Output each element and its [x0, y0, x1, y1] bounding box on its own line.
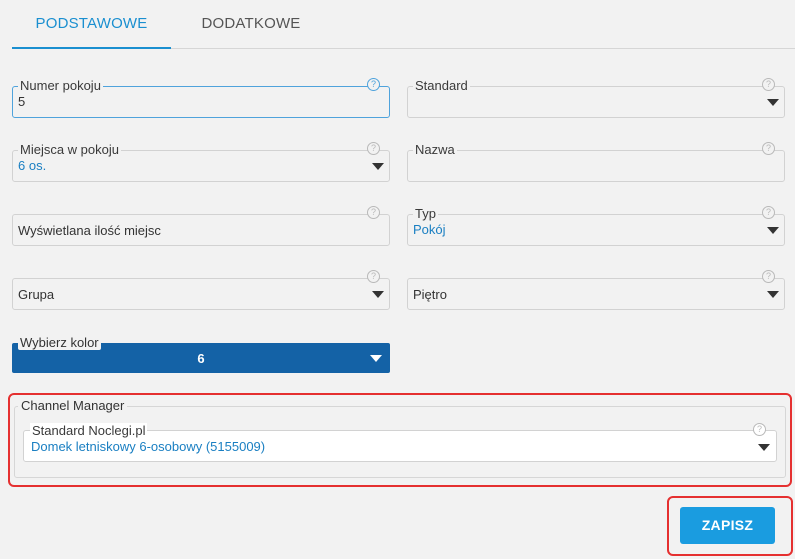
group-select[interactable]: Grupa ?: [12, 270, 390, 310]
help-icon[interactable]: ?: [367, 142, 380, 155]
help-icon[interactable]: ?: [762, 142, 775, 155]
group-label: Grupa: [18, 287, 55, 302]
displayed-places-field[interactable]: Wyświetlana ilość miejsc ?: [12, 206, 390, 246]
type-select-box: [407, 214, 785, 246]
help-icon[interactable]: ?: [762, 206, 775, 219]
noclegi-standard-label: Standard Noclegi.pl: [30, 423, 148, 439]
color-label: Wybierz kolor: [18, 335, 101, 350]
tabs-bar: PODSTAWOWE DODATKOWE: [12, 0, 795, 49]
room-number-label: Numer pokoju: [18, 78, 103, 94]
chevron-down-icon[interactable]: [758, 444, 770, 451]
chevron-down-icon[interactable]: [372, 163, 384, 170]
floor-select[interactable]: Piętro ?: [407, 270, 785, 310]
chevron-down-icon[interactable]: [767, 99, 779, 106]
help-icon[interactable]: ?: [753, 423, 766, 436]
group-select-box: [12, 278, 390, 310]
name-label: Nazwa: [413, 142, 457, 158]
type-label: Typ: [413, 206, 438, 222]
floor-select-box: [407, 278, 785, 310]
color-select[interactable]: Wybierz kolor 6: [12, 336, 390, 373]
room-number-field[interactable]: Numer pokoju ? 5: [12, 78, 390, 118]
chevron-down-icon[interactable]: [767, 291, 779, 298]
help-icon[interactable]: ?: [367, 78, 380, 91]
color-value: 6: [197, 351, 205, 366]
places-select[interactable]: Miejsca w pokoju ? 6 os.: [12, 142, 390, 182]
chevron-down-icon[interactable]: [372, 291, 384, 298]
displayed-places-label: Wyświetlana ilość miejsc: [18, 223, 161, 238]
help-icon[interactable]: ?: [762, 78, 775, 91]
standard-label: Standard: [413, 78, 470, 94]
name-field[interactable]: Nazwa ?: [407, 142, 785, 182]
standard-select[interactable]: Standard ?: [407, 78, 785, 118]
tab-podstawowe[interactable]: PODSTAWOWE: [12, 0, 171, 49]
room-number-value: 5: [18, 94, 26, 109]
floor-label: Piętro: [413, 287, 447, 302]
chevron-down-icon[interactable]: [370, 355, 382, 362]
places-label: Miejsca w pokoju: [18, 142, 121, 158]
name-input[interactable]: [407, 150, 785, 182]
tab-dodatkowe[interactable]: DODATKOWE: [187, 0, 315, 48]
chevron-down-icon[interactable]: [767, 227, 779, 234]
places-value: 6 os.: [18, 158, 47, 173]
save-button[interactable]: ZAPISZ: [680, 507, 775, 544]
help-icon[interactable]: ?: [367, 206, 380, 219]
noclegi-standard-select[interactable]: Standard Noclegi.pl ? Domek letniskowy 6…: [23, 423, 777, 462]
type-select[interactable]: Typ ? Pokój: [407, 206, 785, 246]
channel-manager-legend: Channel Manager: [18, 398, 128, 414]
help-icon[interactable]: ?: [367, 270, 380, 283]
help-icon[interactable]: ?: [762, 270, 775, 283]
type-value: Pokój: [413, 222, 446, 237]
noclegi-standard-value: Domek letniskowy 6-osobowy (5155009): [31, 439, 266, 454]
